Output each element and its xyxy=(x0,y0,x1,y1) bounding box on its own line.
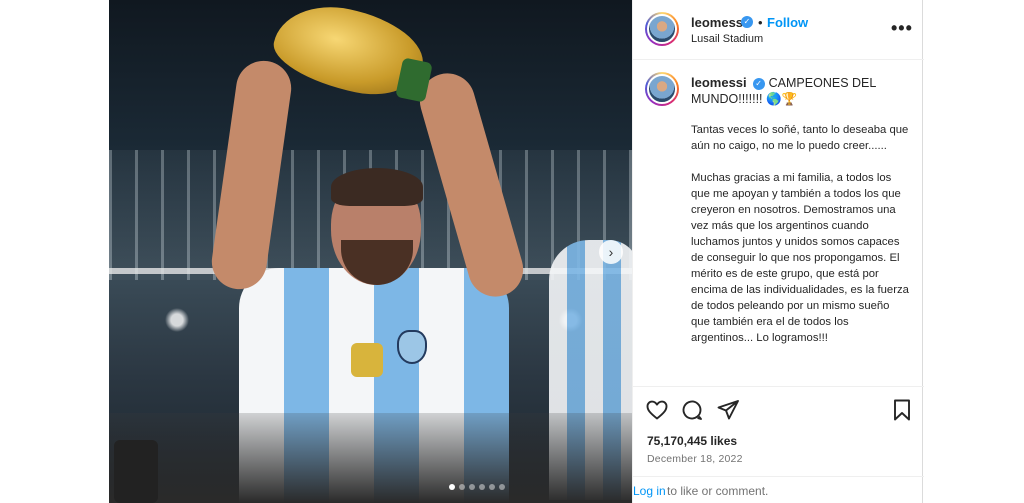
login-prompt: Log in to like or comment. xyxy=(633,476,924,503)
post-side-panel: leomessi ✓ • Follow Lusail Stadium ••• l… xyxy=(632,0,924,503)
avatar[interactable] xyxy=(645,72,679,106)
verified-badge-icon: ✓ xyxy=(741,16,753,28)
caption-paragraph: Tantas veces lo soñé, tanto lo deseaba q… xyxy=(691,124,909,152)
caption-body: Tantas veces lo soñé, tanto lo deseaba q… xyxy=(691,122,911,362)
caption-headline: leomessi ✓ CAMPEONES DEL MUNDO!!!!!!! 🌎🏆 xyxy=(691,75,911,107)
login-prompt-text: to like or comment. xyxy=(667,484,769,498)
carousel-dot xyxy=(489,484,495,490)
caption-paragraph: Muchas gracias a mi familia, a todos los… xyxy=(691,172,909,344)
avatar[interactable] xyxy=(645,12,679,46)
follow-button[interactable]: Follow xyxy=(767,15,808,30)
carousel-dot xyxy=(469,484,475,490)
verified-badge-icon: ✓ xyxy=(752,77,765,90)
author-username[interactable]: leomessi xyxy=(691,15,747,30)
fan-phone xyxy=(114,440,158,503)
post-image[interactable] xyxy=(109,0,632,503)
heart-icon[interactable] xyxy=(645,398,669,422)
carousel-dot xyxy=(499,484,505,490)
post-actions: 75,170,445 likes December 18, 2022 xyxy=(633,386,924,486)
post-header: leomessi ✓ • Follow Lusail Stadium ••• xyxy=(633,0,924,60)
shirt-badge xyxy=(351,343,383,377)
carousel-dot xyxy=(479,484,485,490)
post-location[interactable]: Lusail Stadium xyxy=(691,33,763,45)
separator-dot: • xyxy=(758,15,763,30)
instagram-post-page: › leomessi ✓ • Follow Lusail Stadium •••… xyxy=(0,0,1024,503)
comment-bubble-icon[interactable] xyxy=(680,398,704,422)
carousel-dots xyxy=(449,484,505,490)
carousel-dot xyxy=(459,484,465,490)
comments-section: leomessi ✓ CAMPEONES DEL MUNDO!!!!!!! 🌎🏆 T… xyxy=(633,61,924,386)
paper-plane-icon[interactable] xyxy=(716,398,740,422)
carousel-dot xyxy=(449,484,455,490)
more-options-icon[interactable]: ••• xyxy=(891,18,913,39)
login-link[interactable]: Log in xyxy=(633,484,666,498)
crowd xyxy=(109,413,632,503)
post-date[interactable]: December 18, 2022 xyxy=(647,453,743,465)
chevron-right-icon[interactable]: › xyxy=(599,240,623,264)
caption-username[interactable]: leomessi xyxy=(691,75,747,90)
bookmark-icon[interactable] xyxy=(890,398,914,422)
team-crest xyxy=(397,330,427,364)
player-hair xyxy=(331,168,423,206)
likes-count[interactable]: 75,170,445 likes xyxy=(647,434,737,448)
